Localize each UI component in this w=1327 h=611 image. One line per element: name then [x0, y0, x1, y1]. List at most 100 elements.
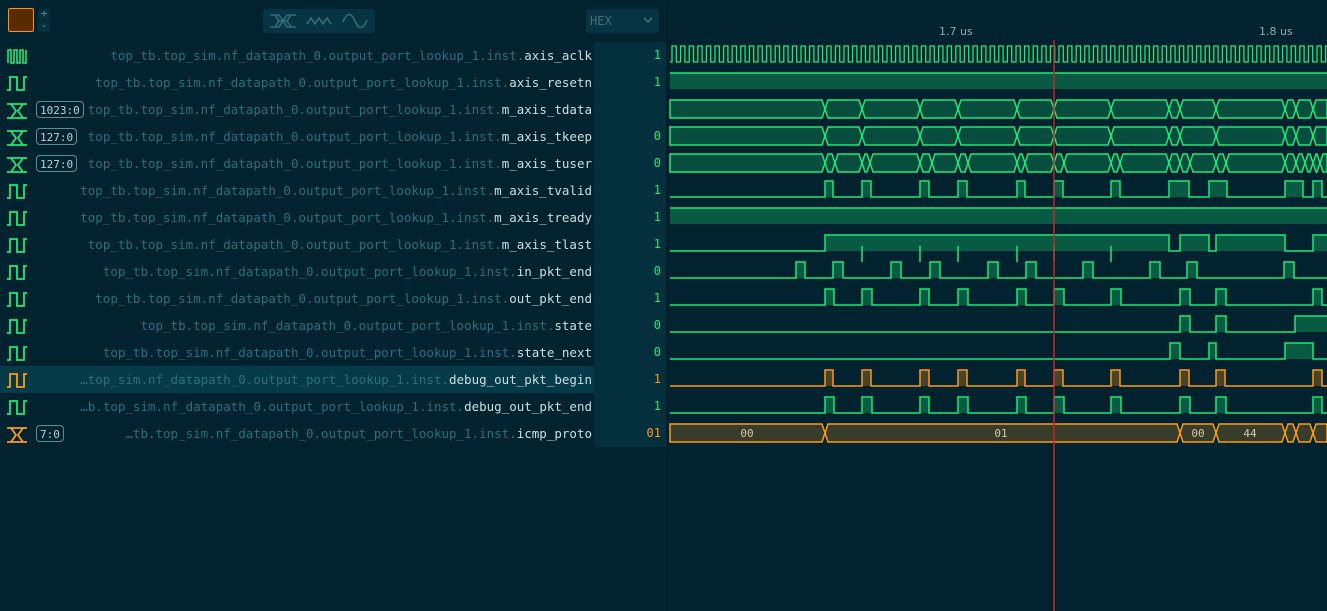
- signal-high-region: [1216, 370, 1225, 386]
- signal-high-region: [1017, 397, 1026, 413]
- signal-trace: [670, 180, 1327, 198]
- signal-trace: [670, 315, 1327, 333]
- bus-segment: [1295, 423, 1314, 443]
- bus-segment: [1215, 153, 1227, 173]
- signal-high-region: [862, 181, 871, 197]
- bus-segment: [1284, 423, 1297, 443]
- bus-segment: [1189, 153, 1217, 173]
- signal-high-region: [1313, 289, 1322, 305]
- signal-high-region: [862, 397, 872, 413]
- signal-high-region: [1083, 262, 1093, 278]
- bus-segment: [957, 99, 1018, 119]
- bus-segment: [824, 153, 836, 173]
- signal-high-region: [1285, 181, 1303, 197]
- waveform-canvas[interactable]: 00 01 00 44: [0, 0, 1327, 611]
- bus-segment: [1016, 126, 1055, 146]
- bus-segment: [1312, 99, 1327, 119]
- bus-segment: [931, 153, 959, 173]
- bus-segment: [1284, 153, 1297, 173]
- signal-trace: [670, 396, 1327, 414]
- signal-high-region: [862, 289, 872, 305]
- signal-high-region: [1017, 181, 1025, 197]
- bus-segment: [1284, 99, 1297, 119]
- signal-high-region: [958, 289, 968, 305]
- signal-high-region: [1111, 370, 1120, 386]
- signal-high-region: [1017, 289, 1026, 305]
- bus-segment: [1110, 99, 1170, 119]
- bus-segment: [669, 153, 826, 173]
- bus-segment: [1179, 153, 1191, 173]
- bus-segment: [1016, 153, 1026, 173]
- bus-segment: [1304, 153, 1314, 173]
- signal-trace: [670, 261, 1327, 279]
- bus-segment: [1179, 99, 1217, 119]
- bus-segment: [1225, 153, 1286, 173]
- bus-segment: [1215, 99, 1286, 119]
- bus-segment: [861, 99, 921, 119]
- bus-value-label: 00: [740, 427, 753, 440]
- signal-high-region: [825, 235, 1169, 251]
- bus-segment: [869, 153, 921, 173]
- signal-high-region: [1111, 289, 1121, 305]
- bus-segment: [1284, 126, 1297, 146]
- signal-high-region: [1180, 316, 1190, 332]
- signal-high-region: [1209, 181, 1227, 197]
- signal-high-region: [1295, 316, 1327, 332]
- bus-segment: [1168, 153, 1181, 173]
- signal-trace: [670, 369, 1327, 387]
- signal-high-region: [862, 370, 871, 386]
- signal-high-region: [891, 262, 901, 278]
- bus-segment: [1312, 153, 1321, 173]
- bus-segment: [1024, 153, 1055, 173]
- bus-segment: [1319, 153, 1327, 173]
- signal-high-region: [1169, 181, 1189, 197]
- bus-segment: [957, 153, 969, 173]
- bus-segment: [1053, 99, 1112, 119]
- signal-high-region: [958, 181, 967, 197]
- signal-high-region: [1209, 343, 1216, 359]
- signal-high-region: [1111, 397, 1121, 413]
- bus-segment: [669, 126, 826, 146]
- signal-high-region: [1054, 370, 1063, 386]
- signal-high-region: [1054, 181, 1063, 197]
- signal-high-region: [920, 370, 929, 386]
- signal-high-region: [1216, 235, 1285, 251]
- signal-high-region: [988, 262, 998, 278]
- signal-high-region: [1054, 289, 1064, 305]
- signal-high-region: [1216, 397, 1226, 413]
- bus-segment: [1312, 126, 1327, 146]
- signal-high-region: [1313, 181, 1322, 197]
- signal-high-region: [1285, 343, 1313, 359]
- bus-segment: [824, 99, 863, 119]
- signal-high-region: [1216, 289, 1226, 305]
- bus-segment: [1053, 153, 1065, 173]
- signal-high-region: [1187, 262, 1197, 278]
- signal-high-region: [1026, 262, 1036, 278]
- signal-high-region: [1313, 235, 1327, 251]
- signal-high-region: [825, 397, 834, 413]
- signal-high-region: [1180, 397, 1190, 413]
- bus-segment: [919, 153, 933, 173]
- signal-high-region: [825, 370, 833, 386]
- bus-segment: [1168, 126, 1181, 146]
- bus-segment: [957, 126, 1018, 146]
- bus-value-label: 01: [994, 427, 1007, 440]
- signal-high-region: [1180, 235, 1209, 251]
- signal-high-region: [670, 73, 1327, 89]
- clock-trace: [670, 45, 1327, 63]
- signal-high-region: [1170, 343, 1180, 359]
- bus-segment: [1053, 126, 1112, 146]
- signal-high-region: [1150, 262, 1160, 278]
- bus-segment: [861, 126, 921, 146]
- signal-high-region: [796, 262, 805, 278]
- signal-trace: [670, 288, 1327, 306]
- signal-high-region: [1313, 397, 1322, 413]
- bus-segment: [919, 99, 959, 119]
- signal-high-region: [958, 397, 968, 413]
- signal-high-region: [1054, 397, 1064, 413]
- bus-value-label: 00: [1191, 427, 1204, 440]
- signal-high-region: [670, 208, 1327, 224]
- bus-segment: [1295, 153, 1306, 173]
- bus-segment: [1110, 153, 1121, 173]
- bus-segment: [1168, 99, 1181, 119]
